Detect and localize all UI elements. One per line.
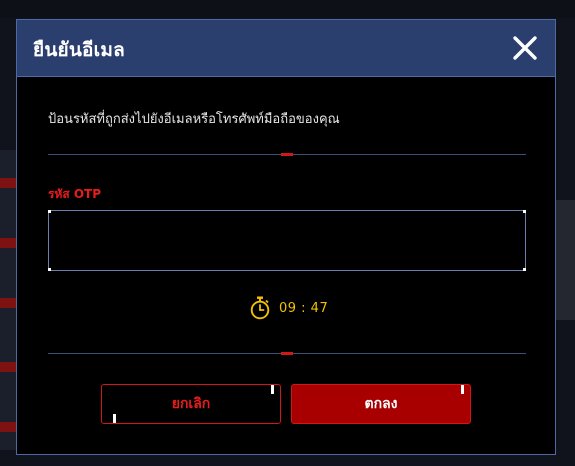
input-corner-mark bbox=[48, 268, 51, 271]
divider-marker bbox=[281, 153, 293, 156]
close-button[interactable] bbox=[511, 34, 539, 62]
cancel-button-label: ยกเลิก bbox=[171, 396, 211, 412]
dialog-title: ยืนยันอีเมล bbox=[33, 39, 125, 61]
background-top-bar bbox=[0, 0, 575, 18]
background-marker bbox=[0, 422, 16, 432]
divider-marker bbox=[281, 352, 293, 355]
background-right-image bbox=[555, 200, 575, 320]
verify-email-dialog: ยืนยันอีเมล ป้อนรหัสที่ถูกส่งไปยังอีเมลห… bbox=[16, 19, 556, 455]
dialog-header: ยืนยันอีเมล bbox=[17, 20, 555, 77]
divider-bottom bbox=[48, 352, 526, 355]
input-corner-mark bbox=[48, 210, 51, 213]
button-accent bbox=[271, 385, 274, 394]
instruction-text: ป้อนรหัสที่ถูกส่งไปยังอีเมลหรือโทรศัพท์ม… bbox=[48, 112, 340, 127]
confirm-button[interactable]: ตกลง bbox=[291, 384, 471, 424]
cancel-button[interactable]: ยกเลิก bbox=[101, 384, 281, 424]
close-icon bbox=[513, 36, 537, 60]
input-corner-mark bbox=[523, 210, 526, 213]
button-accent bbox=[461, 385, 464, 394]
input-corner-mark bbox=[523, 268, 526, 271]
otp-label: รหัส OTP bbox=[48, 187, 102, 201]
otp-timer: 09 : 47 bbox=[249, 295, 328, 321]
background-marker bbox=[0, 178, 16, 188]
timer-countdown: 09 : 47 bbox=[279, 300, 329, 316]
background-marker bbox=[0, 298, 16, 308]
otp-input[interactable] bbox=[48, 210, 526, 271]
background-marker bbox=[0, 362, 16, 372]
background-marker bbox=[0, 238, 16, 248]
confirm-button-label: ตกลง bbox=[364, 396, 398, 412]
stopwatch-icon bbox=[250, 296, 270, 320]
divider-top bbox=[48, 153, 526, 156]
button-accent bbox=[113, 414, 116, 423]
